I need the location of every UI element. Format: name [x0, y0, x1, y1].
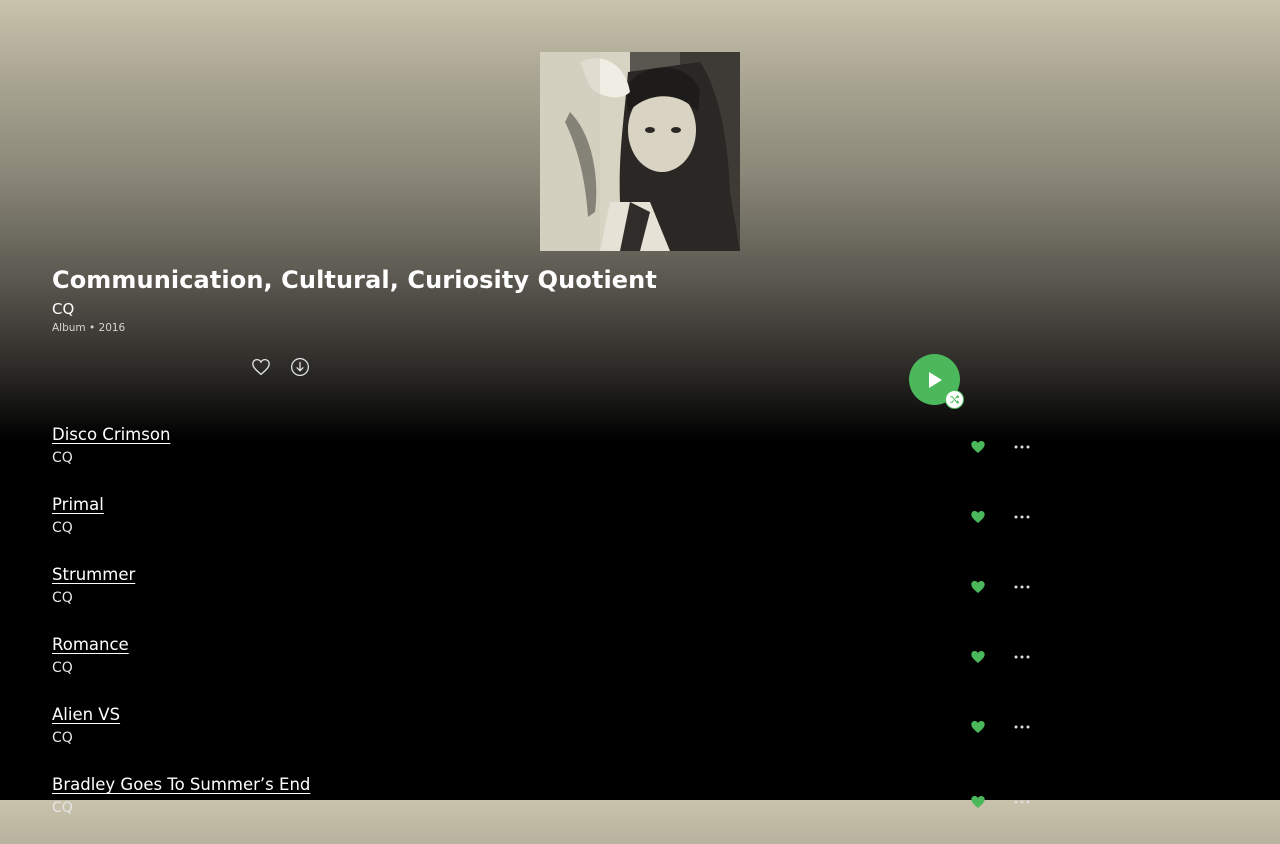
track-artist[interactable]: CQ: [52, 660, 73, 676]
heart-filled-icon[interactable]: [970, 649, 986, 665]
heart-filled-icon[interactable]: [970, 579, 986, 595]
track-title[interactable]: Disco Crimson: [52, 425, 170, 444]
track-artist[interactable]: CQ: [52, 590, 73, 606]
track-row[interactable]: Romance CQ: [52, 634, 1052, 704]
play-icon: [928, 371, 942, 388]
track-title[interactable]: Primal: [52, 495, 104, 514]
track-artist[interactable]: CQ: [52, 730, 73, 746]
track-title[interactable]: Strummer: [52, 565, 135, 584]
track-title[interactable]: Alien VS: [52, 705, 120, 724]
track-row[interactable]: Strummer CQ: [52, 564, 1052, 634]
more-options-icon[interactable]: [1012, 509, 1032, 525]
shuffle-icon: [950, 395, 960, 404]
track-title[interactable]: Romance: [52, 635, 129, 654]
track-artist[interactable]: CQ: [52, 800, 73, 816]
heart-filled-icon[interactable]: [970, 439, 986, 455]
more-options-icon[interactable]: [1012, 649, 1032, 665]
track-row[interactable]: Primal CQ: [52, 494, 1052, 564]
track-list: Disco Crimson CQ Primal CQ Strummer CQ R…: [52, 424, 1052, 844]
heart-filled-icon[interactable]: [970, 509, 986, 525]
shuffle-button[interactable]: [945, 390, 964, 409]
album-cover: [540, 52, 740, 251]
track-row[interactable]: Alien VS CQ: [52, 704, 1052, 774]
more-options-icon[interactable]: [1012, 794, 1032, 810]
track-row[interactable]: Bradley Goes To Summer’s End CQ: [52, 774, 1052, 844]
track-title[interactable]: Bradley Goes To Summer’s End: [52, 775, 310, 794]
track-artist[interactable]: CQ: [52, 450, 73, 466]
download-album-button[interactable]: [289, 356, 311, 378]
more-options-icon[interactable]: [1012, 719, 1032, 735]
download-icon: [291, 358, 309, 376]
album-title: Communication, Cultural, Curiosity Quoti…: [52, 266, 657, 294]
album-artist[interactable]: CQ: [52, 300, 74, 318]
heart-outline-icon: [252, 358, 270, 376]
heart-filled-icon[interactable]: [970, 719, 986, 735]
track-row[interactable]: Disco Crimson CQ: [52, 424, 1052, 494]
album-meta: Album • 2016: [52, 322, 126, 334]
more-options-icon[interactable]: [1012, 579, 1032, 595]
track-artist[interactable]: CQ: [52, 520, 73, 536]
more-options-icon[interactable]: [1012, 439, 1032, 455]
heart-filled-icon[interactable]: [970, 794, 986, 810]
like-album-button[interactable]: [250, 356, 272, 378]
